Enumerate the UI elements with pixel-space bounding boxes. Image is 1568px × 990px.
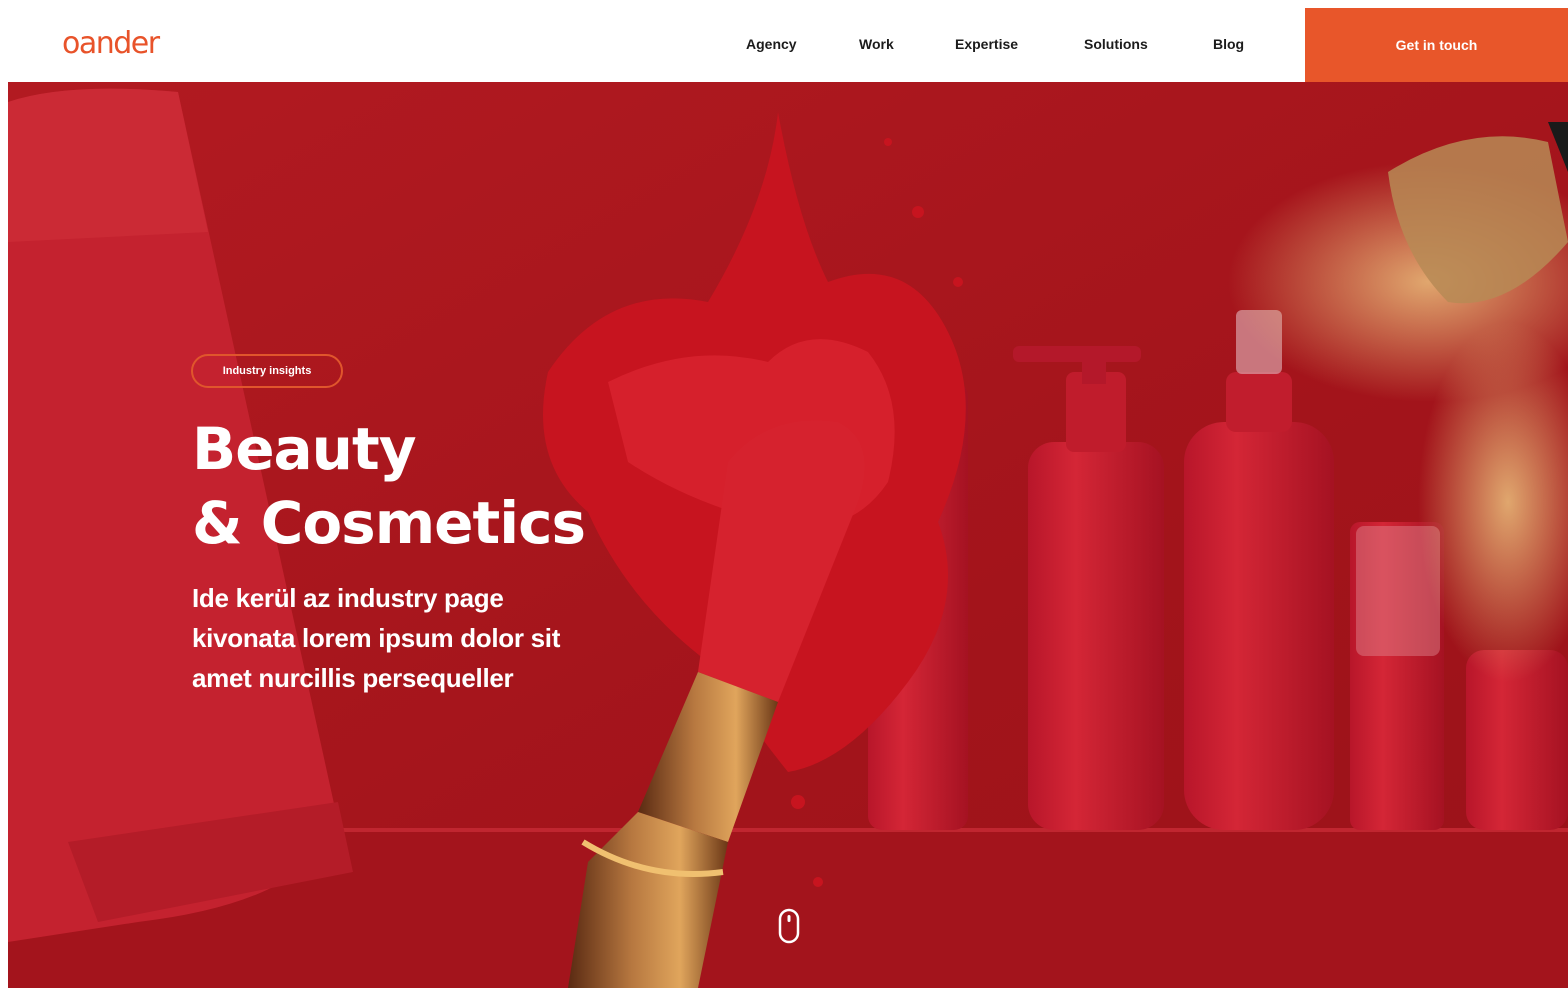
get-in-touch-button[interactable]: Get in touch — [1305, 8, 1568, 82]
site-header: oander Agency Work Expertise Solutions B… — [8, 8, 1568, 82]
logo[interactable]: oander — [62, 26, 160, 61]
hero-title-line-1: Beauty — [192, 415, 417, 483]
nav-item-work[interactable]: Work — [859, 36, 894, 52]
hero-title: Beauty & Cosmetics — [192, 412, 632, 560]
industry-insights-badge[interactable]: Industry insights — [191, 354, 343, 388]
nav-item-expertise[interactable]: Expertise — [955, 36, 1018, 52]
hero-section: Industry insights Beauty & Cosmetics Ide… — [8, 82, 1568, 988]
nav-item-solutions[interactable]: Solutions — [1084, 36, 1148, 52]
hero-description: Ide kerül az industry page kivonata lore… — [192, 583, 561, 693]
nav-item-blog[interactable]: Blog — [1213, 36, 1244, 52]
nav-item-agency[interactable]: Agency — [746, 36, 797, 52]
hero-title-line-2: & Cosmetics — [192, 489, 586, 557]
mouse-scroll-icon[interactable] — [778, 908, 800, 944]
